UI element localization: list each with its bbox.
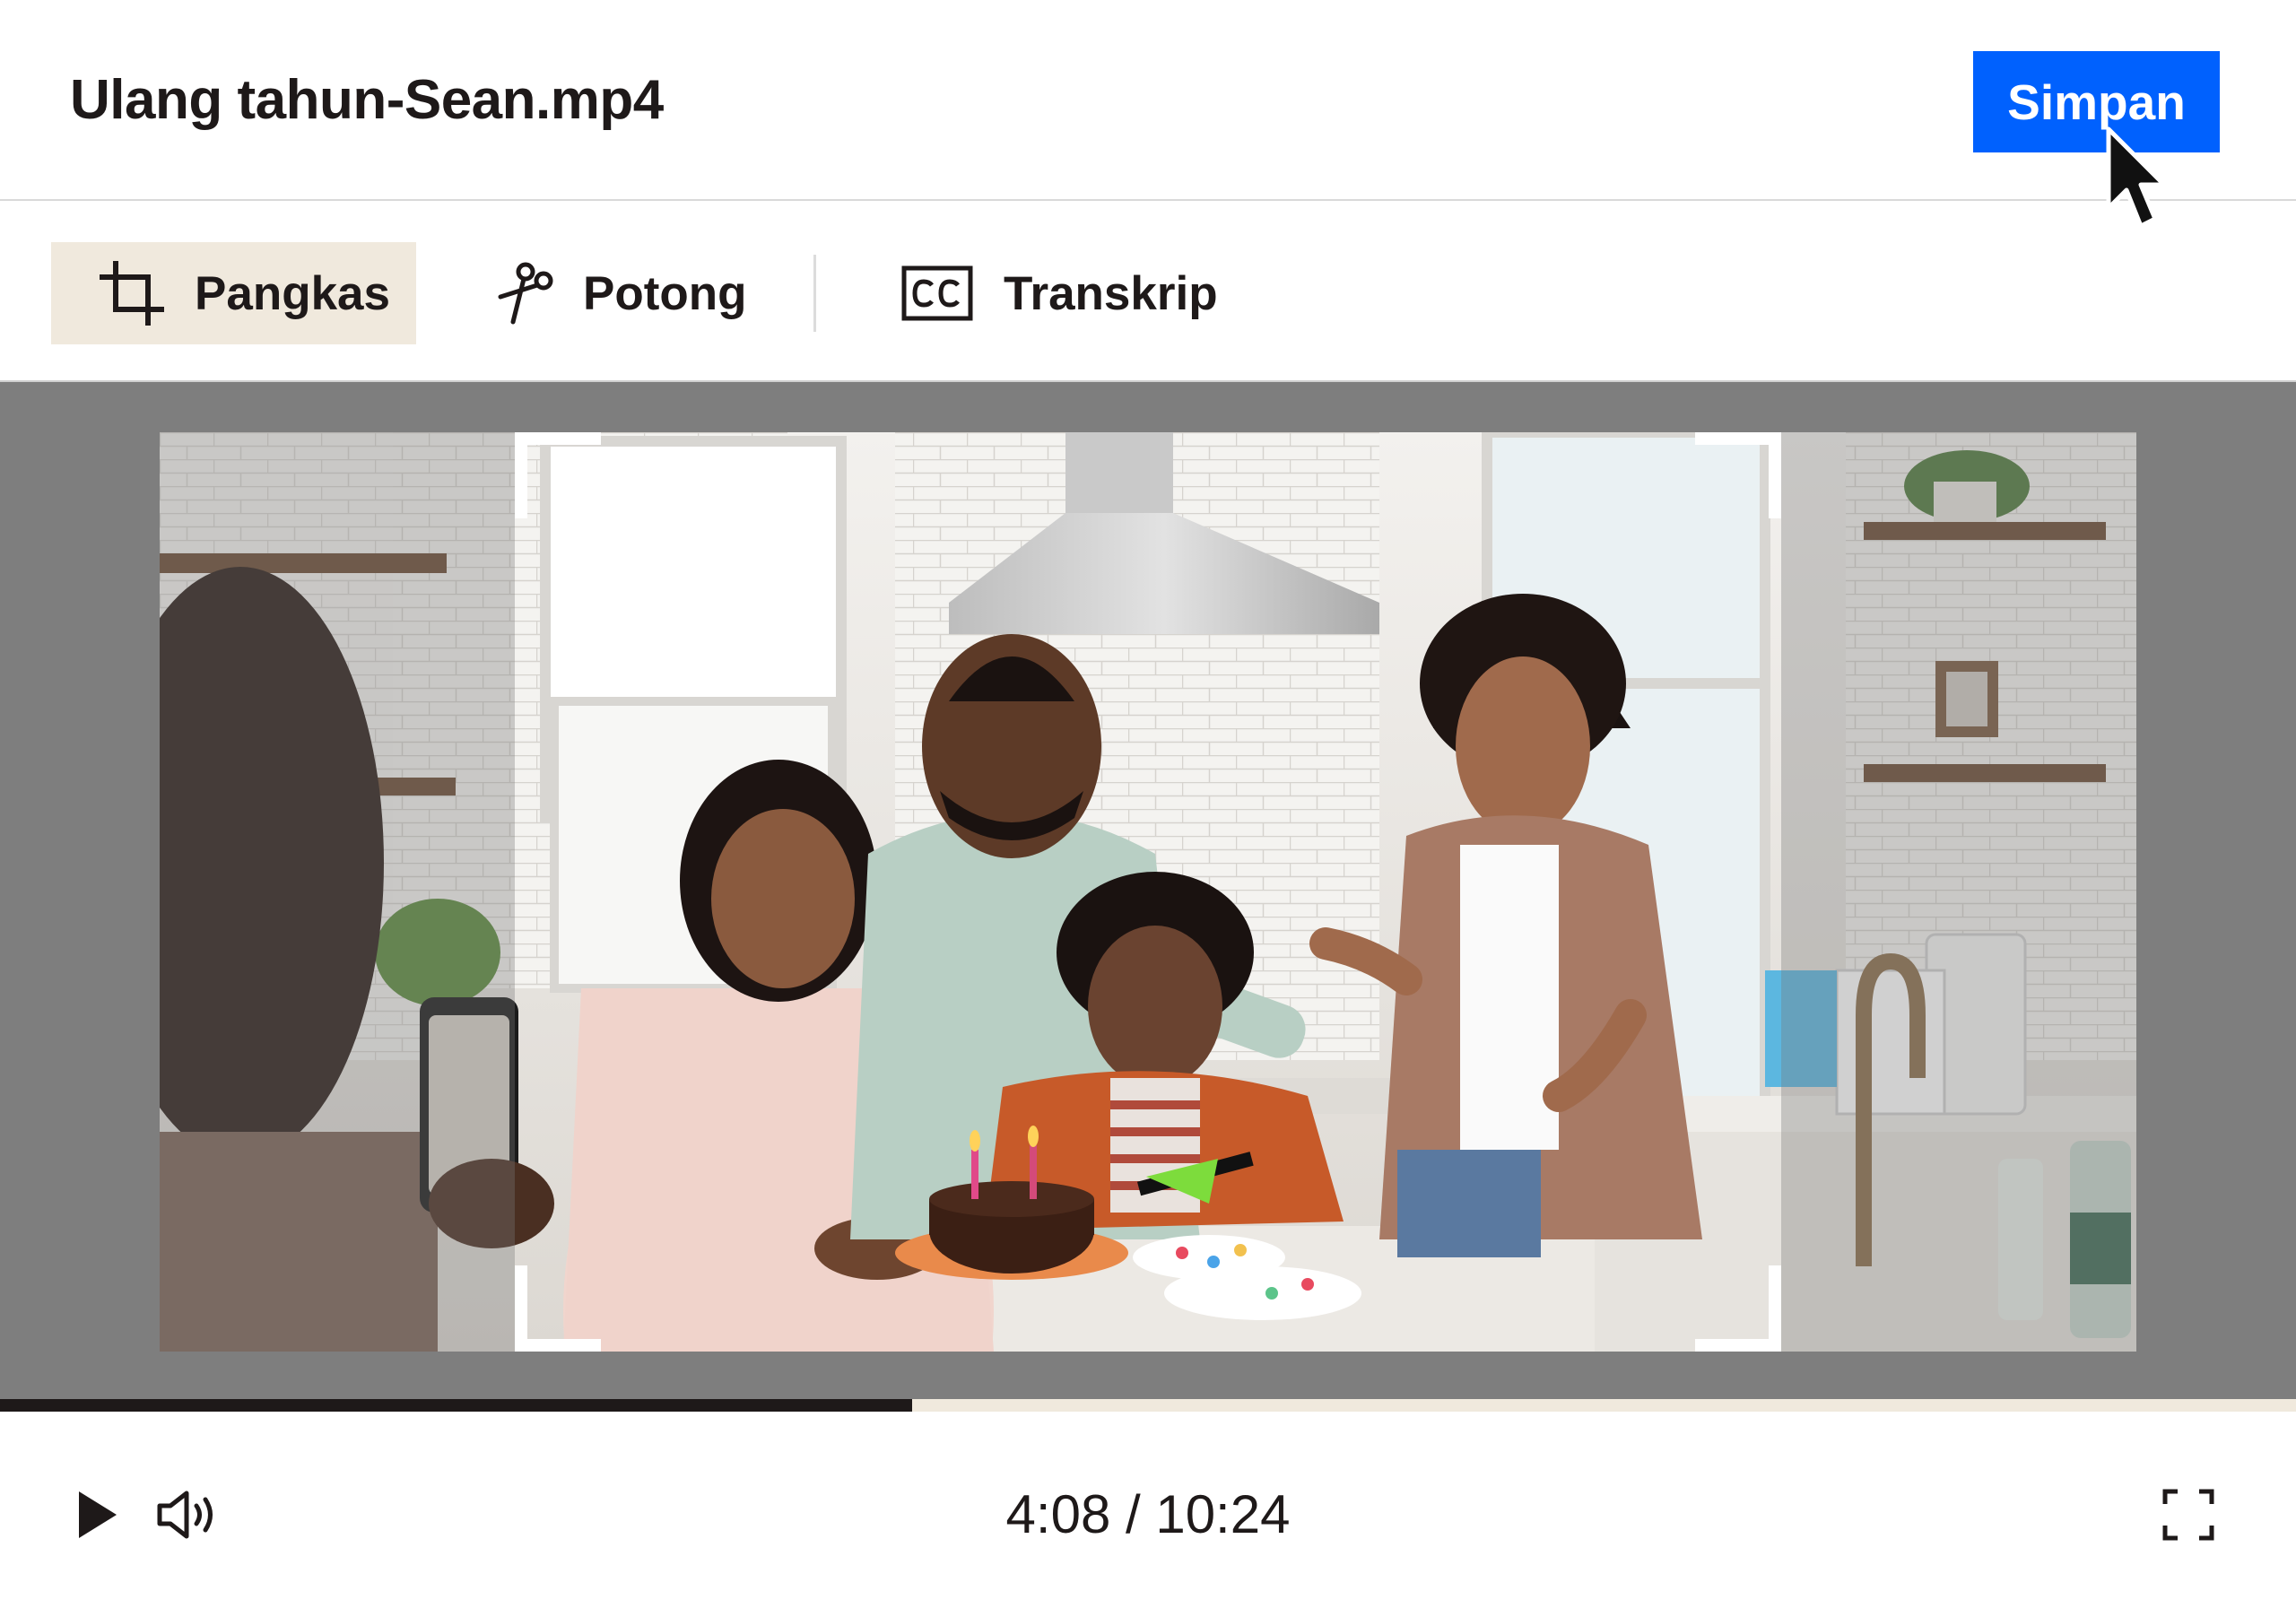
edit-toolbar: Pangkas Potong Transkrip xyxy=(0,201,2296,380)
video-preview[interactable] xyxy=(160,432,2136,1352)
tab-crop[interactable]: Pangkas xyxy=(51,242,416,344)
video-stage xyxy=(0,380,2296,1399)
crop-outside-left xyxy=(160,432,515,1352)
fullscreen-icon[interactable] xyxy=(2161,1488,2215,1542)
closed-captions-icon xyxy=(901,265,973,321)
playback-progress-bar[interactable] xyxy=(0,1399,2296,1412)
crop-handle-bottom-right[interactable] xyxy=(1695,1265,1781,1352)
toolbar-divider xyxy=(813,255,816,332)
playback-time: 4:08 / 10:24 xyxy=(1005,1484,1291,1544)
editor-header: Ulang tahun-Sean.mp4 Simpan xyxy=(0,0,2296,229)
crop-icon xyxy=(100,261,164,326)
tab-transcript[interactable]: Transkrip xyxy=(901,242,1218,344)
save-button[interactable]: Simpan xyxy=(1973,51,2220,152)
scissors-icon xyxy=(498,262,553,325)
crop-outside-right xyxy=(1781,432,2136,1352)
player-controls: 4:08 / 10:24 xyxy=(0,1412,2296,1617)
tab-crop-label: Pangkas xyxy=(195,266,391,320)
crop-handle-bottom-left[interactable] xyxy=(515,1265,601,1352)
tab-transcript-label: Transkrip xyxy=(1004,266,1218,320)
tab-trim[interactable]: Potong xyxy=(493,242,747,344)
tab-trim-label: Potong xyxy=(583,266,747,320)
file-name-title: Ulang tahun-Sean.mp4 xyxy=(70,69,664,131)
crop-handle-top-right[interactable] xyxy=(1695,432,1781,518)
crop-handle-top-left[interactable] xyxy=(515,432,601,518)
playback-progress-fill xyxy=(0,1399,913,1412)
